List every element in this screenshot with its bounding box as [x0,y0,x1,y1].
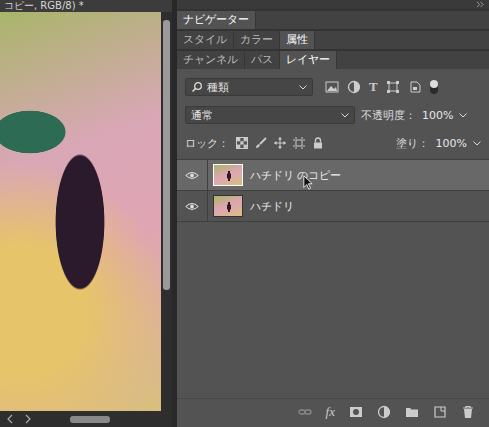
visibility-toggle[interactable] [177,191,208,221]
dock-header [177,0,489,9]
fill-field[interactable]: 100% [436,137,481,150]
shape-filter-icon[interactable] [386,80,400,94]
layer-list: ハチドリ のコピー ハチドリ [177,159,489,222]
scroll-right-icon[interactable] [24,414,32,424]
panel-tab[interactable]: ナビゲーター [177,11,256,29]
layers-panel: 種類 T 通常 不透明度： 100% ロック： 塗り： 100% ハチドリ のコ… [177,69,489,427]
horizontal-scrollbar[interactable] [0,411,172,427]
lock-row: ロック： 塗り： 100% [177,129,489,159]
layer-mask-icon[interactable] [349,405,363,419]
layers-bottom-toolbar: fx [177,398,489,427]
layer-name[interactable]: ハチドリ のコピー [250,168,342,183]
adjustment-filter-icon[interactable] [347,80,361,94]
layer-style-button[interactable]: fx [326,404,335,420]
dropdown-arrow-icon [459,113,467,118]
panel-tab-bar: ナビゲーター [177,9,489,29]
panel-tab[interactable]: チャンネル [177,51,245,69]
lock-artboard-icon[interactable] [293,137,305,149]
pixel-filter-icon[interactable] [325,80,339,94]
panel-tab[interactable]: パス [245,51,280,69]
canvas-photo[interactable] [0,12,161,411]
dropdown-arrow-icon [473,141,481,146]
layer-thumbnail [213,195,243,217]
photoshop-window: コピー, RGB/8) * ナビゲータースタイルカラー属性チャンネルパスレイヤー… [0,0,489,427]
panel-tab[interactable]: 属性 [280,31,315,49]
panel-tab[interactable]: スタイル [177,31,234,49]
adjustment-layer-icon[interactable] [377,405,391,419]
panel-tab-bar: チャンネルパスレイヤー [177,49,489,69]
vertical-scrollbar[interactable] [161,12,172,411]
lock-transparent-icon[interactable] [236,137,248,149]
toggle-knob [430,80,438,88]
lock-position-move-icon[interactable] [274,137,286,149]
blend-row: 通常 不透明度： 100% [177,101,489,129]
opacity-label: 不透明度： [361,108,416,123]
fill-label: 塗り： [396,136,429,151]
mouse-pointer-icon [303,175,313,190]
lock-label: ロック： [185,136,229,151]
lock-all-icon[interactable] [312,137,324,149]
trash-icon[interactable] [461,405,475,419]
document-area: コピー, RGB/8) * [0,0,172,427]
layer-row[interactable]: ハチドリ のコピー [177,160,489,191]
panel-dock: ナビゲータースタイルカラー属性チャンネルパスレイヤー 種類 T 通常 不透明度：… [177,0,489,427]
opacity-field[interactable]: 100% [422,109,467,122]
scroll-thumb[interactable] [70,416,110,423]
layer-thumbnail [213,164,243,186]
visibility-toggle[interactable] [177,160,208,190]
lock-pixels-brush-icon[interactable] [255,137,267,149]
folder-icon[interactable] [405,405,419,419]
panel-tab-bar: スタイルカラー属性 [177,29,489,49]
type-filter-icon[interactable]: T [369,79,378,95]
blend-mode-dropdown[interactable]: 通常 [185,106,355,124]
search-icon [191,81,203,93]
panel-tab[interactable]: レイヤー [280,51,337,69]
layer-name[interactable]: ハチドリ [250,199,294,214]
scroll-left-icon[interactable] [6,414,14,424]
layer-list-empty-area [177,222,489,398]
panel-tab[interactable]: カラー [234,31,280,49]
document-tab[interactable]: コピー, RGB/8) * [0,0,172,12]
smart-object-filter-icon[interactable] [408,80,422,94]
filter-dropdown[interactable]: 種類 [185,78,313,96]
dropdown-arrow-icon [299,85,307,90]
scroll-thumb[interactable] [163,20,170,290]
dropdown-arrow-icon [341,113,349,118]
eye-icon [185,202,199,211]
filter-row: 種類 T [177,69,489,101]
new-layer-icon[interactable] [433,405,447,419]
filter-toggle[interactable] [430,80,438,94]
link-icon[interactable] [298,405,312,419]
collapse-icon[interactable] [476,1,485,8]
eye-icon [185,171,199,180]
layer-row[interactable]: ハチドリ [177,191,489,222]
